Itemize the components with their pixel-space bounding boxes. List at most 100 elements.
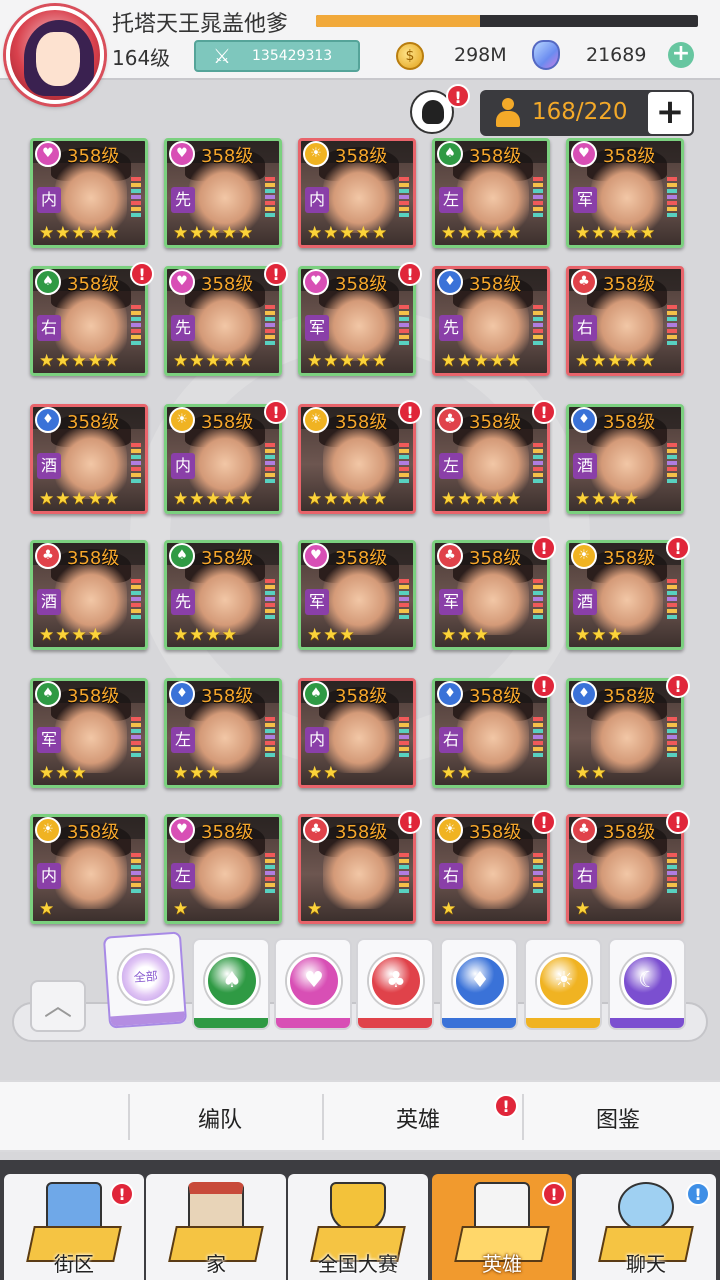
hero-class-tag: 内 bbox=[305, 727, 329, 753]
hero-class-tag: 先 bbox=[171, 589, 195, 615]
hero-card[interactable]: ☀ 358级 ★★★★★ 内 bbox=[164, 404, 282, 514]
hero-card[interactable]: ♠ 358级 ★★★ 军 bbox=[30, 678, 148, 788]
hero-card[interactable]: ♠ 358级 ★★★★★ 左 bbox=[432, 138, 550, 248]
hero-card[interactable]: ♦ 358级 ★★★★ 酒 bbox=[566, 404, 684, 514]
hero-stars: ★★★★★ bbox=[39, 351, 121, 371]
tab-formation[interactable]: 编队 bbox=[198, 1102, 242, 1134]
hero-card[interactable]: ♥ 358级 ★★★★★ 军 bbox=[566, 138, 684, 248]
hero-card[interactable]: ♦ 358级 ★★★★★ 酒 bbox=[30, 404, 148, 514]
hero-stat-meter bbox=[533, 305, 543, 345]
nav-tournament[interactable]: 全国大赛 bbox=[288, 1174, 428, 1280]
hero-card[interactable]: ♠ 358级 ★★★★★ 右 bbox=[30, 266, 148, 376]
hero-level: 358级 bbox=[603, 146, 656, 167]
hero-stars: ★★★★★ bbox=[307, 223, 389, 243]
hero-card[interactable]: ♣ 358级 ★ bbox=[298, 814, 416, 924]
hero-card[interactable]: ♥ 358级 ★ 左 bbox=[164, 814, 282, 924]
combat-power-value: 135429313 bbox=[252, 48, 333, 64]
gold-suit-icon: ☀ bbox=[437, 817, 463, 843]
hero-level: 358级 bbox=[67, 548, 120, 569]
hero-stat-meter bbox=[399, 853, 409, 893]
hero-stars: ★★★★ bbox=[39, 625, 104, 645]
hero-card[interactable]: ♥ 358级 ★★★★★ 军 bbox=[298, 266, 416, 376]
all-suit-icon: 全部 bbox=[116, 948, 175, 1006]
hero-stat-meter bbox=[131, 853, 141, 893]
hero-card[interactable]: ♣ 358级 ★★★★★ 右 bbox=[566, 266, 684, 376]
expand-roster-button[interactable]: + bbox=[648, 92, 692, 134]
hero-stat-meter bbox=[131, 443, 141, 483]
filter-tab-sun[interactable]: ☀ bbox=[524, 938, 602, 1030]
hero-stars: ★★ bbox=[307, 763, 340, 783]
green-suit-icon: ♠ bbox=[437, 141, 463, 167]
hero-card[interactable]: ☀ 358级 ★ 右 bbox=[432, 814, 550, 924]
filter-tab-all[interactable]: 全部 bbox=[102, 931, 188, 1029]
hero-card[interactable]: ♥ 358级 ★★★★★ 先 bbox=[164, 138, 282, 248]
hero-card[interactable]: ☀ 358级 ★★★★★ 内 bbox=[298, 138, 416, 248]
hero-alert-badge: ! bbox=[398, 400, 422, 424]
nav-home-label: 家 bbox=[206, 1252, 226, 1276]
hero-grid[interactable]: ♥ 358级 ★★★★★ 内 ♥ 358级 ★★★★★ 先 ☀ 358级 ★★★★★ 内 ♠ 358级 ★★… bbox=[0, 138, 720, 938]
blue-suit-icon: ♦ bbox=[35, 407, 61, 433]
nav-tournament-label: 全国大赛 bbox=[318, 1252, 398, 1276]
hero-stars: ★★★★ bbox=[173, 625, 238, 645]
hero-card[interactable]: ♦ 358级 ★★ 右 bbox=[432, 678, 550, 788]
pink-suit-icon: ♥ bbox=[571, 141, 597, 167]
collapse-filter-button[interactable]: ︿ bbox=[30, 980, 86, 1032]
hero-class-tag: 右 bbox=[573, 863, 597, 889]
hero-stat-meter bbox=[399, 717, 409, 757]
add-gem-button[interactable]: + bbox=[668, 42, 694, 68]
blue-suit-icon: ♦ bbox=[169, 681, 195, 707]
pink-suit-icon: ♥ bbox=[303, 543, 329, 569]
hero-card[interactable]: ♥ 358级 ★★★ 军 bbox=[298, 540, 416, 650]
filter-tab-heart[interactable]: ♥ bbox=[274, 938, 352, 1030]
hero-stat-meter bbox=[265, 443, 275, 483]
hero-stars: ★ bbox=[39, 899, 56, 919]
hero-alert-badge: ! bbox=[398, 262, 422, 286]
hero-stat-meter bbox=[533, 177, 543, 217]
hero-card[interactable]: ♠ 358级 ★★★★ 先 bbox=[164, 540, 282, 650]
hero-class-tag: 左 bbox=[171, 863, 195, 889]
hero-level: 358级 bbox=[469, 146, 522, 167]
hero-card[interactable]: ♣ 358级 ★ 右 bbox=[566, 814, 684, 924]
hero-card[interactable]: ♦ 358级 ★★★★★ 先 bbox=[432, 266, 550, 376]
blue-suit-icon: ♦ bbox=[437, 269, 463, 295]
hero-class-tag: 军 bbox=[305, 589, 329, 615]
tab-heroes[interactable]: 英雄 bbox=[396, 1102, 440, 1134]
nav-home[interactable]: 家 bbox=[146, 1174, 286, 1280]
hero-stars: ★★ bbox=[575, 763, 608, 783]
hero-class-tag: 左 bbox=[171, 727, 195, 753]
hero-card[interactable]: ☀ 358级 ★ 内 bbox=[30, 814, 148, 924]
hero-level: 358级 bbox=[201, 686, 254, 707]
filter-tab-spade[interactable]: ♠ bbox=[192, 938, 270, 1030]
filter-tab-club[interactable]: ♣ bbox=[356, 938, 434, 1030]
hero-class-tag: 左 bbox=[439, 453, 463, 479]
bottom-navigation: 街区 家 全国大赛 英雄 聊天 bbox=[0, 1160, 720, 1280]
hero-card[interactable]: ♠ 358级 ★★ 内 bbox=[298, 678, 416, 788]
filter-tab-moon[interactable]: ☾ bbox=[608, 938, 686, 1030]
hero-card[interactable]: ☀ 358级 ★★★★★ bbox=[298, 404, 416, 514]
hero-card[interactable]: ♥ 358级 ★★★★★ 先 bbox=[164, 266, 282, 376]
hero-card[interactable]: ♥ 358级 ★★★★★ 内 bbox=[30, 138, 148, 248]
hero-class-tag: 右 bbox=[573, 315, 597, 341]
hero-card[interactable]: ♦ 358级 ★★★ 左 bbox=[164, 678, 282, 788]
hero-card[interactable]: ♣ 358级 ★★★★ 酒 bbox=[30, 540, 148, 650]
hero-stat-meter bbox=[533, 443, 543, 483]
hero-subtabs: 编队 英雄 图鉴 bbox=[0, 1080, 720, 1152]
coin-icon: $ bbox=[396, 42, 424, 70]
gold-suit-icon: ☀ bbox=[169, 407, 195, 433]
spade-suit-icon: ♠ bbox=[205, 954, 259, 1008]
hero-class-tag: 左 bbox=[439, 187, 463, 213]
filter-tab-diamond[interactable]: ♦ bbox=[440, 938, 518, 1030]
player-avatar[interactable] bbox=[6, 6, 104, 104]
heroes-alert-badge: ! bbox=[542, 1182, 566, 1206]
hero-card[interactable]: ☀ 358级 ★★★ 酒 bbox=[566, 540, 684, 650]
hero-card[interactable]: ♣ 358级 ★★★ 军 bbox=[432, 540, 550, 650]
hero-level: 358级 bbox=[335, 686, 388, 707]
hero-level: 358级 bbox=[603, 274, 656, 295]
tab-codex[interactable]: 图鉴 bbox=[596, 1102, 640, 1134]
hero-stat-meter bbox=[667, 305, 677, 345]
hero-card[interactable]: ♦ 358级 ★★ bbox=[566, 678, 684, 788]
hero-alert-badge: ! bbox=[532, 536, 556, 560]
combat-power-box: ⚔ 135429313 bbox=[194, 40, 360, 72]
hero-stars: ★★★ bbox=[441, 625, 490, 645]
hero-card[interactable]: ♣ 358级 ★★★★★ 左 bbox=[432, 404, 550, 514]
